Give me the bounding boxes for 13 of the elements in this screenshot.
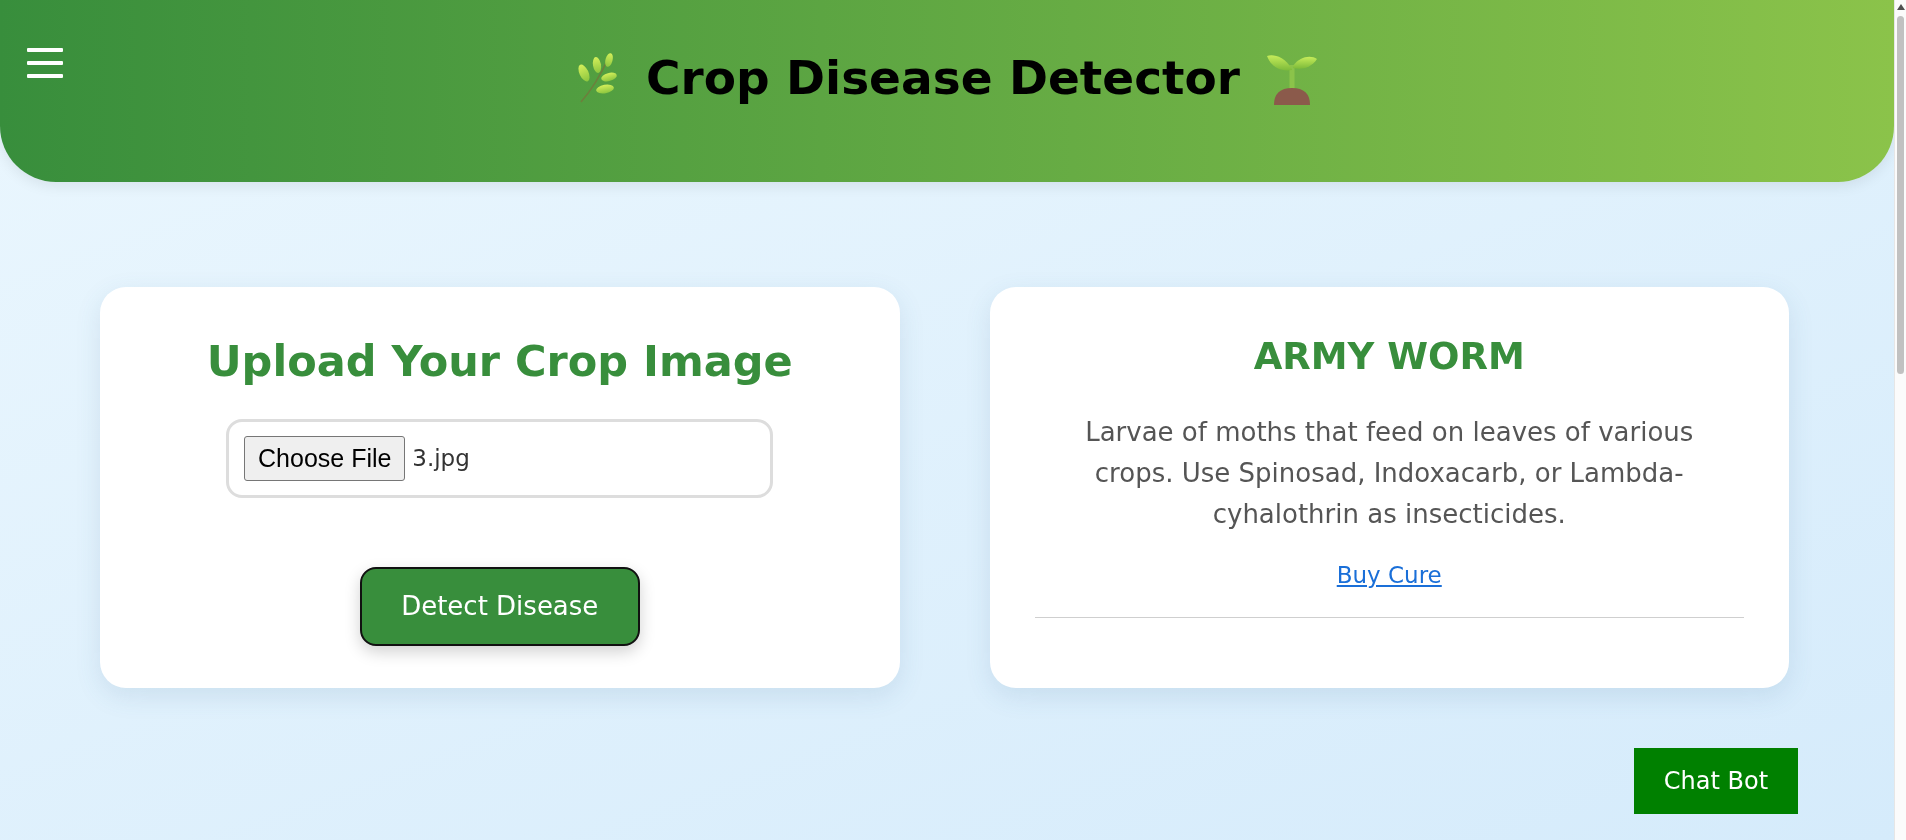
chat-bot-button[interactable]: Chat Bot: [1634, 748, 1798, 814]
card-heading: Upload Your Crop Image: [206, 335, 793, 387]
result-description: Larvae of moths that feed on leaves of various crops. Use Spinosad, Indoxacarb, or Lambda-cyhalothrin as insecticides.: [1084, 416, 1695, 531]
file-input-field[interactable]: Choose File 3.jpg: [226, 419, 774, 498]
file-name: 3.jpg: [412, 444, 470, 474]
scrollbar-thumb[interactable]: [1897, 16, 1904, 374]
detect-disease-button[interactable]: Detect Disease: [359, 567, 640, 646]
choose-file-button[interactable]: Choose File: [244, 436, 406, 481]
buy-cure-link[interactable]: Buy Cure: [1336, 560, 1442, 590]
app-title: Crop Disease Detector: [646, 50, 1240, 106]
menu-icon[interactable]: [27, 46, 63, 80]
result-heading: ARMY WORM: [1253, 335, 1525, 379]
scroll-up-arrow-icon[interactable]: [1896, 4, 1905, 10]
